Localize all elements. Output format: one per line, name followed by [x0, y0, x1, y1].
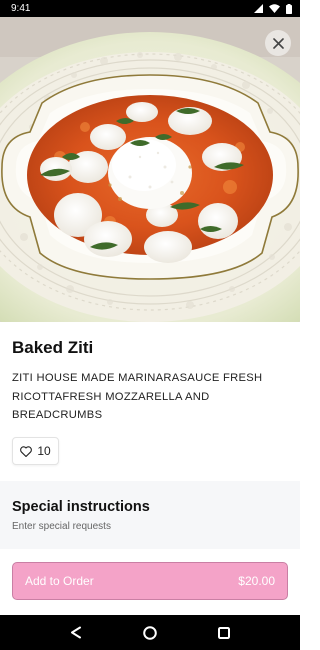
signal-icon [254, 4, 263, 13]
item-details: Baked Ziti ZITI HOUSE MADE MARINARASAUCE… [0, 322, 300, 480]
item-photo [0, 17, 300, 322]
order-price: $20.00 [238, 574, 275, 588]
close-icon [272, 37, 284, 49]
status-icons [254, 3, 292, 14]
close-button[interactable] [265, 30, 291, 56]
like-count: 10 [37, 444, 51, 458]
add-to-order-button[interactable]: Add to Order $20.00 [12, 562, 288, 600]
order-footer: Add to Order $20.00 [0, 549, 300, 615]
special-instructions: Special instructions [0, 481, 300, 549]
back-triangle-icon[interactable] [70, 626, 82, 639]
status-time: 9:41 [11, 3, 31, 14]
system-nav-bar [0, 615, 300, 650]
heart-icon [20, 445, 33, 457]
baked-ziti-image [0, 17, 300, 322]
like-button[interactable]: 10 [12, 437, 59, 465]
add-to-order-label: Add to Order [25, 574, 94, 588]
special-requests-input[interactable] [12, 521, 282, 532]
battery-icon [286, 3, 292, 14]
home-circle-icon[interactable] [143, 625, 157, 640]
wifi-icon [269, 4, 280, 13]
item-title: Baked Ziti [12, 338, 94, 357]
special-instructions-title: Special instructions [12, 499, 150, 515]
item-description: ZITI HOUSE MADE MARINARASAUCE FRESH RICO… [12, 372, 263, 421]
recents-square-icon[interactable] [217, 626, 230, 639]
status-bar: 9:41 [0, 0, 300, 17]
